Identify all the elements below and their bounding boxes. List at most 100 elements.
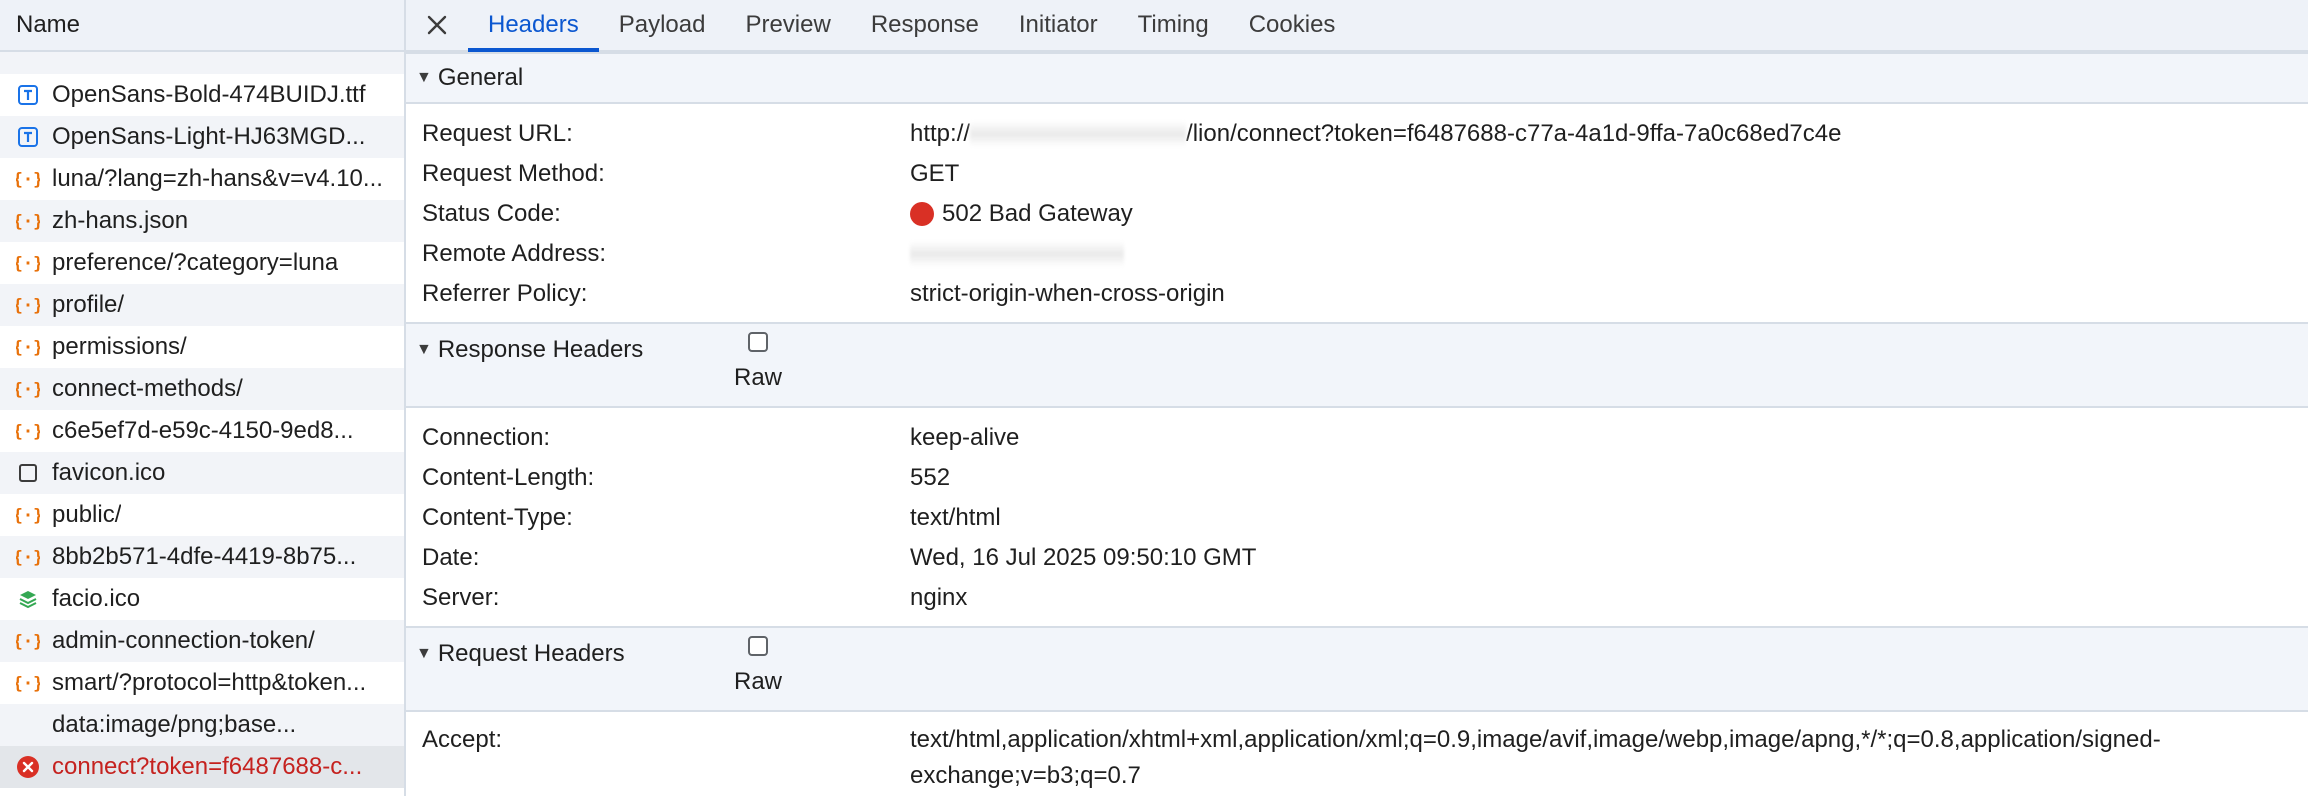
header-value[interactable]: GET: [910, 160, 959, 188]
request-row[interactable]: {·} connect-methods/: [0, 368, 404, 410]
response-header-row: Date: Wed, 16 Jul 2025 09:50:10 GMT: [406, 538, 2308, 578]
header-key: Date:: [422, 544, 480, 571]
request-name: smart/?protocol=http&token...: [52, 669, 367, 696]
file-icon: [16, 461, 40, 485]
request-row[interactable]: {·} admin-connection-token/: [0, 620, 404, 662]
header-value[interactable]: 502 Bad Gateway: [910, 200, 1133, 228]
request-headers-section-header[interactable]: ▼ Request Headers Raw: [406, 626, 2308, 712]
request-name: admin-connection-token/: [52, 627, 315, 654]
header-value[interactable]: [910, 241, 1124, 267]
request-row-partial[interactable]: [0, 52, 404, 74]
fetch-icon: {·}: [16, 293, 40, 317]
fetch-icon: {·}: [16, 629, 40, 653]
request-row[interactable]: {·} c6e5ef7d-e59c-4150-9ed8...: [0, 410, 404, 452]
request-name: permissions/: [52, 333, 187, 360]
svg-text:{·}: {·}: [16, 422, 40, 442]
svg-text:{·}: {·}: [16, 296, 40, 316]
name-column-label: Name: [16, 11, 81, 38]
request-row[interactable]: {·} smart/?protocol=http&token...: [0, 662, 404, 704]
response-header-row: Content-Type: text/html: [406, 498, 2308, 538]
header-key: Server:: [422, 584, 500, 611]
tab-cookies[interactable]: Cookies: [1229, 0, 1356, 50]
fetch-icon: {·}: [16, 209, 40, 233]
svg-text:{·}: {·}: [16, 254, 40, 274]
response-headers-section-header[interactable]: ▼ Response Headers Raw: [406, 322, 2308, 408]
status-error-icon: [910, 202, 934, 226]
status-text: 502 Bad Gateway: [942, 200, 1133, 227]
request-name: preference/?category=luna: [52, 249, 339, 276]
request-row[interactable]: {·} luna/?lang=zh-hans&v=v4.10...: [0, 158, 404, 200]
header-value[interactable]: Wed, 16 Jul 2025 09:50:10 GMT: [910, 544, 1256, 572]
request-row[interactable]: {·} 8bb2b571-4dfe-4419-8b75...: [0, 536, 404, 578]
request-name: OpenSans-Light-HJ63MGD...: [52, 123, 366, 150]
tab-response[interactable]: Response: [851, 0, 999, 50]
tab-initiator[interactable]: Initiator: [999, 0, 1118, 50]
request-header-row: Accept: text/html,application/xhtml+xml,…: [406, 722, 2308, 794]
request-name: profile/: [52, 291, 125, 318]
request-row[interactable]: OpenSans-Bold-474BUIDJ.ttf: [0, 74, 404, 116]
fetch-icon: {·}: [16, 335, 40, 359]
fetch-icon: {·}: [16, 671, 40, 695]
raw-checkbox[interactable]: [748, 332, 768, 352]
svg-text:{·}: {·}: [16, 380, 40, 400]
collapse-triangle-icon: ▼: [416, 69, 432, 86]
request-name: 8bb2b571-4dfe-4419-8b75...: [52, 543, 357, 570]
response-header-row: Content-Length: 552: [406, 458, 2308, 498]
document-icon: [16, 125, 40, 149]
request-row[interactable]: connect?token=f6487688-c...: [0, 746, 404, 788]
request-name: public/: [52, 501, 122, 528]
header-key: Accept:: [422, 726, 503, 753]
header-value[interactable]: text/html,application/xhtml+xml,applicat…: [910, 722, 2270, 794]
general-section: Request URL: http:// /lion/connect?token=…: [406, 104, 2308, 322]
request-name: connect-methods/: [52, 375, 243, 402]
fetch-icon: {·}: [16, 503, 40, 527]
request-row[interactable]: data:image/png;base...: [0, 704, 404, 746]
request-row[interactable]: {·} public/: [0, 494, 404, 536]
header-key: Status Code:: [422, 200, 561, 227]
name-column-header[interactable]: Name: [0, 0, 404, 52]
request-name: c6e5ef7d-e59c-4150-9ed8...: [52, 417, 354, 444]
tab-headers[interactable]: Headers: [468, 0, 599, 52]
general-row-request-url: Request URL: http:// /lion/connect?token=…: [406, 114, 2308, 154]
header-key: Connection:: [422, 424, 551, 451]
general-section-header[interactable]: ▼ General: [406, 52, 2308, 104]
request-row[interactable]: favicon.ico: [0, 452, 404, 494]
fetch-icon: {·}: [16, 377, 40, 401]
raw-toggle: Raw: [734, 628, 782, 696]
tab-payload[interactable]: Payload: [599, 0, 726, 50]
header-value[interactable]: nginx: [910, 584, 967, 612]
tab-timing[interactable]: Timing: [1118, 0, 1229, 50]
header-key: Content-Type:: [422, 504, 573, 531]
header-value[interactable]: 552: [910, 464, 950, 492]
close-details-button[interactable]: [406, 0, 468, 50]
fetch-icon: {·}: [16, 251, 40, 275]
request-row[interactable]: facio.ico: [0, 578, 404, 620]
raw-label: Raw: [734, 668, 783, 695]
request-row[interactable]: {·} profile/: [0, 284, 404, 326]
header-value[interactable]: http:// /lion/connect?token=f6487688-c77a…: [910, 120, 1841, 148]
header-value[interactable]: strict-origin-when-cross-origin: [910, 280, 1225, 308]
header-value[interactable]: text/html: [910, 504, 1001, 532]
request-name: data:image/png;base...: [52, 711, 297, 738]
request-row[interactable]: {·} preference/?category=luna: [0, 242, 404, 284]
general-row-referrer-policy: Referrer Policy: strict-origin-when-cros…: [406, 274, 2308, 314]
general-row-status-code: Status Code: 502 Bad Gateway: [406, 194, 2308, 234]
request-name: favicon.ico: [52, 459, 166, 486]
header-key: Content-Length:: [422, 464, 595, 491]
request-rows: OpenSans-Bold-474BUIDJ.ttf OpenSans-Light…: [0, 52, 404, 788]
fetch-icon: {·}: [16, 419, 40, 443]
tab-preview[interactable]: Preview: [725, 0, 850, 50]
general-row-remote-address: Remote Address:: [406, 234, 2308, 274]
header-value[interactable]: keep-alive: [910, 424, 1019, 452]
response-header-row: Connection: keep-alive: [406, 418, 2308, 458]
request-name: facio.ico: [52, 585, 141, 612]
header-key: Request Method:: [422, 160, 605, 187]
request-row[interactable]: {·} zh-hans.json: [0, 200, 404, 242]
request-row[interactable]: OpenSans-Light-HJ63MGD...: [0, 116, 404, 158]
request-row[interactable]: {·} permissions/: [0, 326, 404, 368]
raw-checkbox[interactable]: [748, 636, 768, 656]
svg-text:{·}: {·}: [16, 548, 40, 568]
header-key: Request URL:: [422, 120, 573, 147]
error-icon: [16, 755, 40, 779]
response-header-row: Server: nginx: [406, 578, 2308, 618]
